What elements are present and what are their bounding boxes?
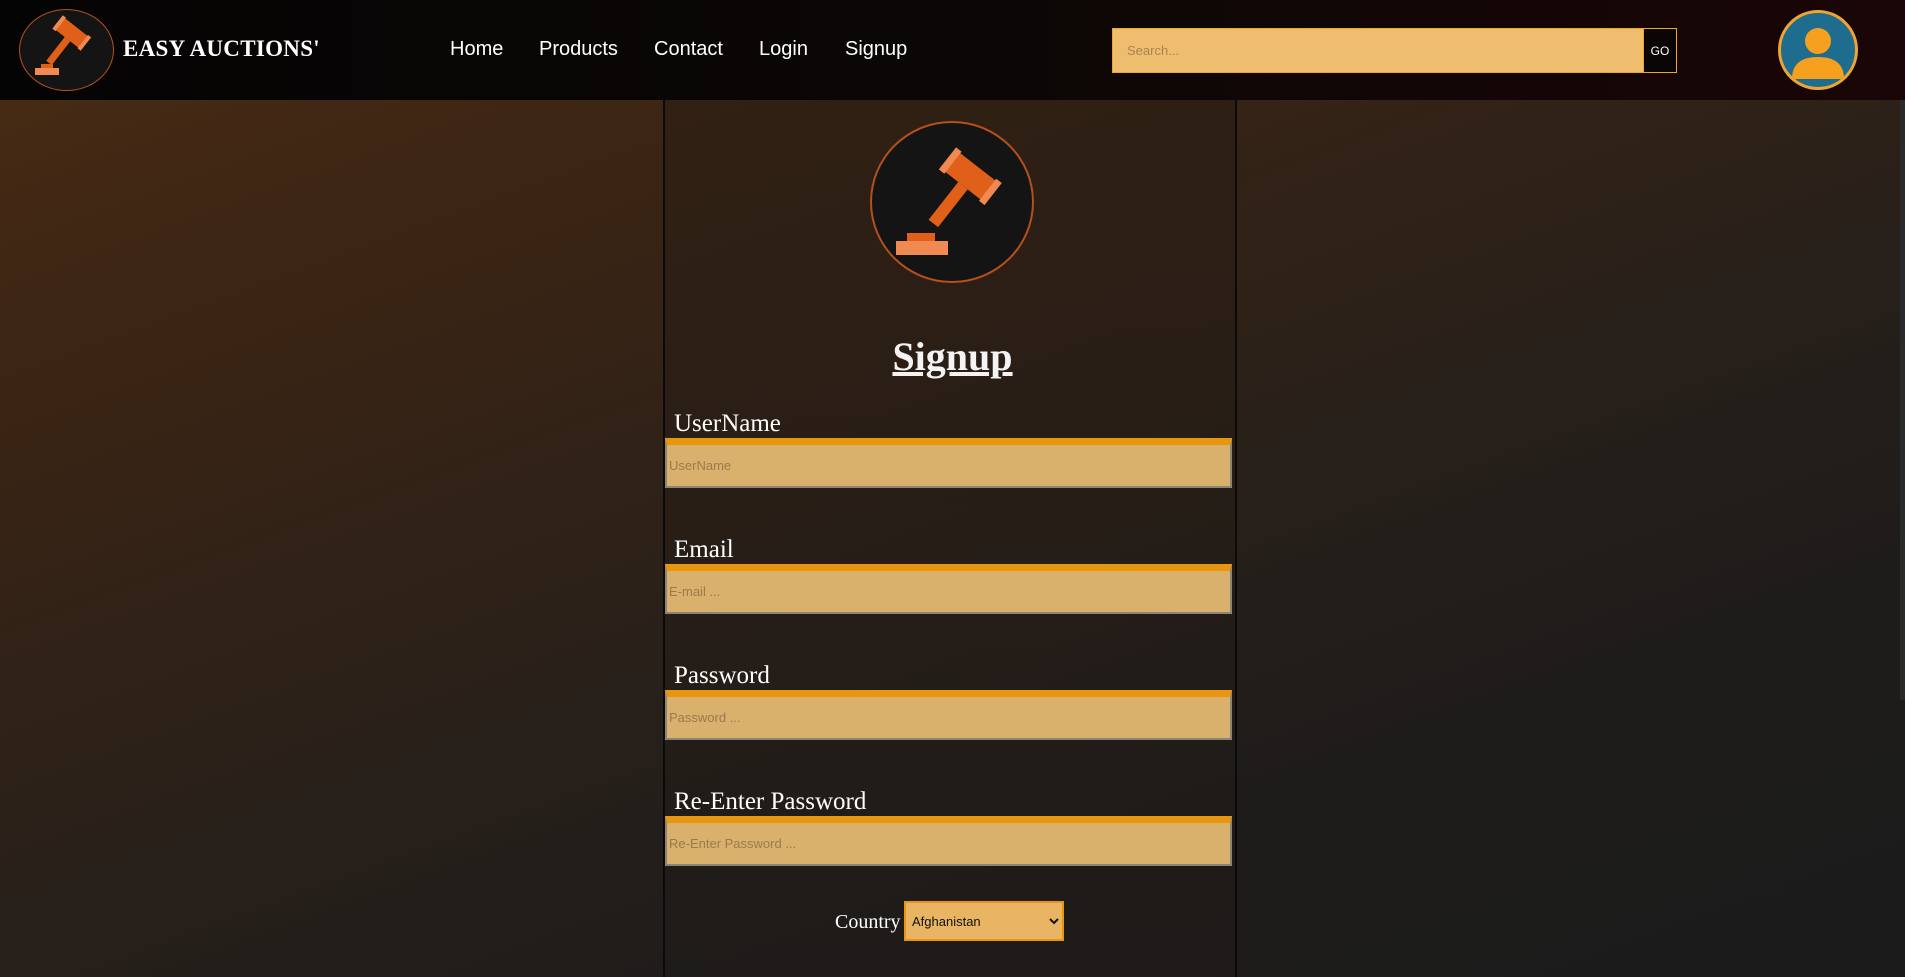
nav-link-login[interactable]: Login (759, 38, 808, 61)
username-label: UserName (674, 410, 781, 437)
page-title: Signup (892, 334, 1013, 379)
nav-link-signup[interactable]: Signup (845, 38, 907, 61)
gavel-icon (870, 121, 1034, 283)
search-go-button[interactable]: GO (1643, 28, 1677, 73)
re-enter-password-label: Re-Enter Password (674, 788, 867, 815)
gavel-icon[interactable] (19, 9, 114, 91)
top-navbar: EASY AUCTIONS' Home Products Contact Log… (0, 0, 1905, 100)
email-field[interactable] (665, 564, 1232, 614)
brand-name: EASY AUCTIONS' (123, 36, 320, 61)
country-label: Country (835, 911, 901, 933)
country-select[interactable]: Afghanistan (904, 901, 1064, 941)
search-input[interactable] (1112, 28, 1644, 73)
user-avatar-icon[interactable] (1778, 10, 1858, 90)
username-field[interactable] (665, 438, 1232, 488)
re-enter-password-field[interactable] (665, 816, 1232, 866)
nav-link-contact[interactable]: Contact (654, 38, 723, 61)
nav-link-home[interactable]: Home (450, 38, 503, 61)
scrollbar[interactable] (1900, 100, 1905, 700)
password-field[interactable] (665, 690, 1232, 740)
email-label: Email (674, 536, 734, 563)
nav-link-products[interactable]: Products (539, 38, 618, 61)
password-label: Password (674, 662, 770, 689)
